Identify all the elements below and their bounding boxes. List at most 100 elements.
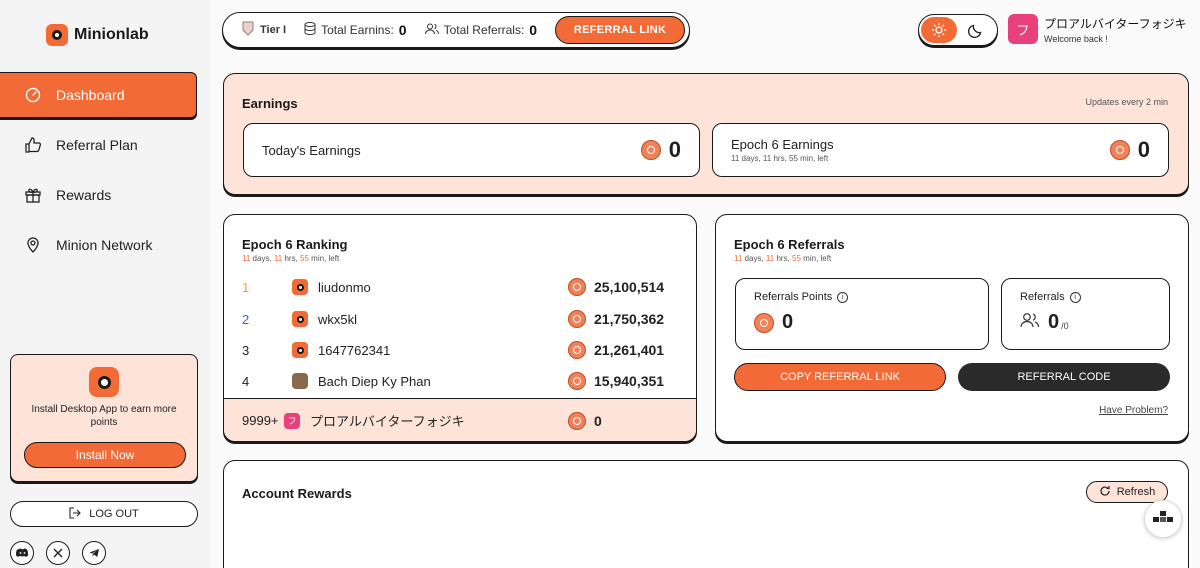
referrals-count-label: Referrals [1020,291,1065,303]
sidebar-item-label: Dashboard [56,87,125,103]
account-rewards-title: Account Rewards [242,486,352,501]
point-coin-icon [568,341,586,359]
minion-logo-icon [46,24,68,46]
rank-username: Bach Diep Ky Phan [318,373,431,389]
refresh-button[interactable]: Refresh [1086,481,1168,503]
social-links [10,541,106,565]
referral-link-button[interactable]: REFERRAL LINK [555,16,685,44]
todays-earnings-box: Today's Earnings 0 [243,123,700,177]
point-coin-icon [568,411,586,430]
epoch-countdown: 11 days, 11 hrs, 55 min, left [731,154,829,163]
avatar[interactable]: フ [1008,14,1038,44]
sidebar-item-referral-plan[interactable]: Referral Plan [0,122,210,168]
blocks-icon [1152,510,1174,529]
gauge-icon [24,86,42,104]
telegram-icon[interactable] [82,541,106,565]
referral-points-value: 0 [782,311,794,333]
database-icon [304,22,316,38]
x-icon[interactable] [46,541,70,565]
rank-score: 15,940,351 [594,373,665,389]
dark-mode-moon-icon[interactable] [957,17,993,43]
rank-position: 4 [242,373,250,389]
gift-icon [24,186,42,204]
rank-score: 21,750,362 [594,311,665,327]
users-icon [1020,311,1040,334]
rank-score: 21,261,401 [594,342,665,358]
todays-earnings-value: 0 [668,137,681,162]
install-now-button[interactable]: Install Now [24,442,186,468]
logout-label: LOG OUT [89,508,139,520]
epoch-earnings-box: Epoch 6 Earnings 11 days, 11 hrs, 55 min… [712,123,1169,177]
rank-username: プロアルバイターフォジキ [310,414,465,429]
avatar: フ [284,412,300,429]
table-row: 4 Bach Diep Ky Phan 15,940,351 [224,366,696,396]
sidebar-item-label: Referral Plan [56,137,138,153]
point-coin-icon [568,278,586,296]
minion-avatar-icon [292,311,308,327]
copy-referral-link-button[interactable]: COPY REFERRAL LINK [734,363,946,391]
location-pin-icon [24,236,42,254]
rank-position: 9999+ [242,413,279,428]
point-coin-icon [568,310,586,328]
brand-logo[interactable]: Minionlab [46,24,149,46]
rank-position: 2 [242,311,250,327]
epoch-countdown: 11 days, 11 hrs, 55 min, left [734,254,832,263]
install-app-promo: Install Desktop App to earn more points … [10,354,198,482]
table-row: 2 wkx5kl 21,750,362 [224,304,696,334]
account-rewards-card: Account Rewards Refresh [223,460,1189,568]
logout-button[interactable]: LOG OUT [10,501,198,527]
point-coin-icon [754,312,774,333]
todays-earnings-label: Today's Earnings [262,142,361,158]
sidebar-item-label: Rewards [56,187,112,203]
point-coin-icon [640,140,661,160]
epoch-countdown: 11 days, 11 hrs, 55 min, left [242,254,340,263]
referrals-count-value: 0 [1048,311,1060,333]
user-profile[interactable]: フ プロアルバイターフォジキ Welcome back ! [1008,14,1187,44]
rank-username: liudonmo [318,279,371,295]
rank-score: 0 [594,412,602,429]
point-coin-icon [1109,140,1130,160]
minion-avatar-icon [292,279,308,295]
total-earnings-label: Total Earnins: [321,23,394,37]
refresh-icon [1099,485,1111,500]
rank-position: 3 [242,342,250,358]
point-coin-icon [568,372,586,390]
discord-icon[interactable] [10,541,34,565]
my-rank-row: 9999+ フ プロアルバイターフォジキ 0 [224,398,696,441]
total-earnings-value: 0 [398,22,407,38]
users-icon [424,23,439,38]
minion-app-icon [89,367,119,397]
promo-text: Install Desktop App to earn more points [31,404,177,428]
ranking-title: Epoch 6 Ranking [242,237,348,252]
brand-name: Minionlab [74,26,149,43]
referrals-title: Epoch 6 Referrals [734,237,845,252]
referral-code-button[interactable]: REFERRAL CODE [958,363,1170,391]
user-name: プロアルバイターフォジキ [1044,16,1187,31]
info-icon[interactable]: i [837,291,849,303]
logout-icon [69,506,82,522]
epoch-earnings-label: Epoch 6 Earnings [731,137,834,152]
floating-widget-button[interactable] [1144,500,1182,538]
total-referrals-value: 0 [529,22,538,38]
referral-points-label: Referrals Points [754,291,833,303]
tier-badge-icon [241,21,255,39]
total-earnings-stat: Total Earnins: 0 [304,22,407,38]
minion-avatar-icon [292,342,308,358]
earnings-title: Earnings [242,96,298,111]
tier-label: Tier I [260,24,287,36]
referrals-card: Epoch 6 Referrals 11 days, 11 hrs, 55 mi… [715,214,1189,442]
sidebar-item-rewards[interactable]: Rewards [0,172,210,218]
rank-username: wkx5kl [318,311,358,327]
light-mode-sun-icon[interactable] [921,17,957,43]
rank-username: 1647762341 [318,342,391,358]
total-referrals-stat: Total Referrals: 0 [424,22,538,38]
stats-bar: Tier I Total Earnins: 0 Total Referrals:… [222,12,690,48]
sidebar-item-minion-network[interactable]: Minion Network [0,222,210,268]
update-note: Updates every 2 min [1085,97,1168,107]
ranking-card: Epoch 6 Ranking 11 days, 11 hrs, 55 min,… [223,214,697,442]
have-problem-link[interactable]: Have Problem? [1099,405,1168,416]
table-row: 1 liudonmo 25,100,514 [224,272,696,302]
info-icon[interactable]: i [1069,291,1081,303]
sidebar-item-dashboard[interactable]: Dashboard [0,72,197,118]
theme-toggle[interactable] [918,14,998,46]
